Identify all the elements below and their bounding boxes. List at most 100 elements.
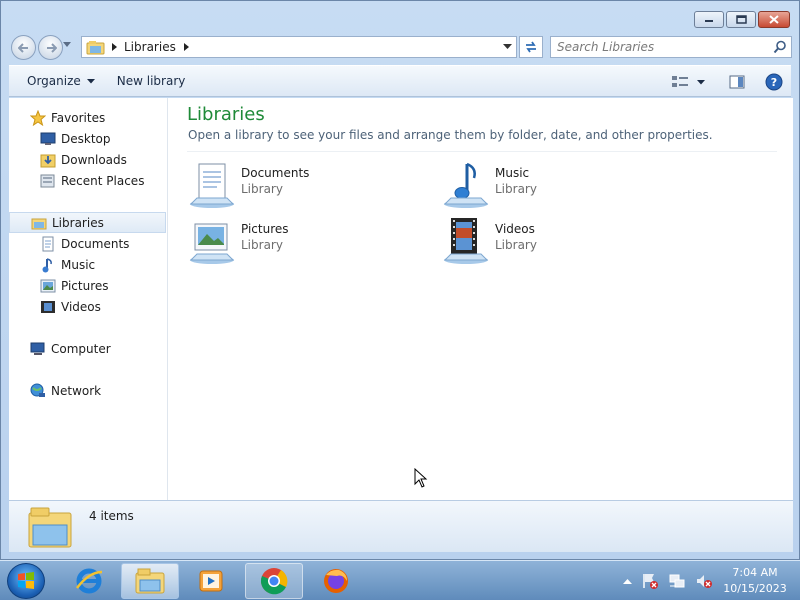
sidebar-item-label: Pictures [61,278,109,293]
library-type: Library [495,238,537,252]
content-area: Favorites Desktop Downloads Recent Place… [9,98,793,500]
address-dropdown-icon[interactable] [503,44,512,50]
close-icon [769,15,779,24]
firefox-icon [324,569,348,593]
system-clock[interactable]: 7:04 AM 10/15/2023 [722,565,788,597]
search-icon[interactable] [773,40,787,54]
network-status-icon[interactable] [668,572,686,590]
sidebar-item-pictures[interactable]: Pictures [9,275,166,296]
internet-explorer-icon [76,568,103,594]
windows-logo-icon [18,572,34,589]
sidebar-item-videos[interactable]: Videos [9,296,166,317]
library-type: Library [495,182,537,196]
videos-icon [39,298,56,315]
sidebar-item-label: Documents [61,236,130,251]
clock-time: 7:04 AM [732,566,778,579]
music-icon [39,256,56,273]
minimize-button[interactable] [694,11,724,28]
computer-icon [29,340,46,357]
libraries-folder-icon [86,41,105,55]
search-input[interactable] [551,37,761,57]
clock-date: 10/15/2023 [723,582,787,595]
sidebar-item-label: Favorites [51,110,106,125]
volume-muted-icon[interactable] [695,572,713,590]
recent-pages-dropdown-icon[interactable] [63,42,71,48]
taskbar-internet-explorer[interactable] [60,563,118,599]
sidebar-item-documents[interactable]: Documents [9,233,166,254]
breadcrumb-chevron-icon[interactable] [112,43,118,51]
item-count: 4 items [89,509,134,523]
recent-places-icon [39,172,56,189]
organize-button[interactable]: Organize [27,74,95,88]
svg-text:?: ? [771,76,777,89]
address-bar[interactable]: Libraries [81,36,517,58]
start-button[interactable] [7,563,45,599]
sidebar-item-downloads[interactable]: Downloads [9,149,166,170]
sidebar-item-label: Recent Places [61,173,145,188]
sidebar-item-libraries[interactable]: Libraries [9,212,166,233]
forward-button[interactable] [38,35,63,60]
change-view-button[interactable] [671,74,705,90]
back-button[interactable] [11,35,36,60]
sidebar-item-music[interactable]: Music [9,254,166,275]
documents-icon [39,235,56,252]
sidebar-item-label: Computer [51,341,111,356]
breadcrumb-chevron-icon[interactable] [183,43,190,51]
library-name: Pictures [241,222,289,236]
favorites-star-icon [29,109,46,126]
library-name: Music [495,166,530,180]
library-view: Libraries Open a library to see your fil… [169,98,793,500]
library-item-pictures[interactable]: Pictures Library [187,216,407,268]
sidebar-item-label: Network [51,383,102,398]
minimize-icon [705,19,713,22]
breadcrumb-libraries[interactable]: Libraries [124,40,176,54]
change-view-icon [672,76,688,87]
sidebar-item-label: Music [61,257,96,272]
sidebar-item-desktop[interactable]: Desktop [9,128,166,149]
sidebar-item-recent-places[interactable]: Recent Places [9,170,166,191]
taskbar-firefox[interactable] [307,563,365,599]
page-description: Open a library to see your files and arr… [188,128,713,142]
taskbar-windows-explorer[interactable] [121,563,179,599]
taskbar-media-player[interactable] [182,563,240,599]
sidebar-item-network[interactable]: Network [9,380,166,401]
help-icon[interactable]: ? [765,73,783,91]
navigation-pane: Favorites Desktop Downloads Recent Place… [9,98,168,500]
taskbar-chrome[interactable] [245,563,303,599]
library-item-music[interactable]: Music Library [441,160,661,212]
sidebar-item-label: Videos [61,299,101,314]
library-item-videos[interactable]: Videos Library [441,216,661,268]
close-button[interactable] [758,11,790,28]
desktop-icon [39,130,56,147]
preview-pane-icon[interactable] [729,75,745,89]
documents-library-icon [189,163,235,208]
pictures-library-icon [189,223,235,264]
search-box[interactable] [550,36,792,58]
library-type: Library [241,238,283,252]
library-item-documents[interactable]: Documents Library [187,160,407,212]
refresh-button[interactable] [519,36,543,58]
sidebar-item-computer[interactable]: Computer [9,338,166,359]
library-name: Videos [495,222,535,236]
notification-area: 7:04 AM 10/15/2023 [623,561,788,600]
page-title: Libraries [187,104,265,125]
sidebar-item-label: Desktop [61,131,111,146]
refresh-icon [526,41,536,53]
chevron-down-icon [86,78,95,83]
sidebar-item-label: Downloads [61,152,127,167]
new-library-label: New library [116,74,186,88]
address-row: Libraries [9,34,792,60]
back-arrow-icon [17,42,28,53]
action-center-flag-icon[interactable] [641,572,659,590]
music-library-icon [443,162,489,208]
header-divider [187,151,777,152]
mouse-cursor-icon [414,468,428,488]
caption-buttons [694,11,790,28]
maximize-icon [735,15,747,24]
details-pane: 4 items [9,500,793,552]
maximize-button[interactable] [726,11,756,28]
sidebar-item-favorites[interactable]: Favorites [9,107,166,128]
show-hidden-icons-icon[interactable] [623,578,632,584]
new-library-button[interactable]: New library [117,74,186,88]
downloads-icon [39,151,56,168]
